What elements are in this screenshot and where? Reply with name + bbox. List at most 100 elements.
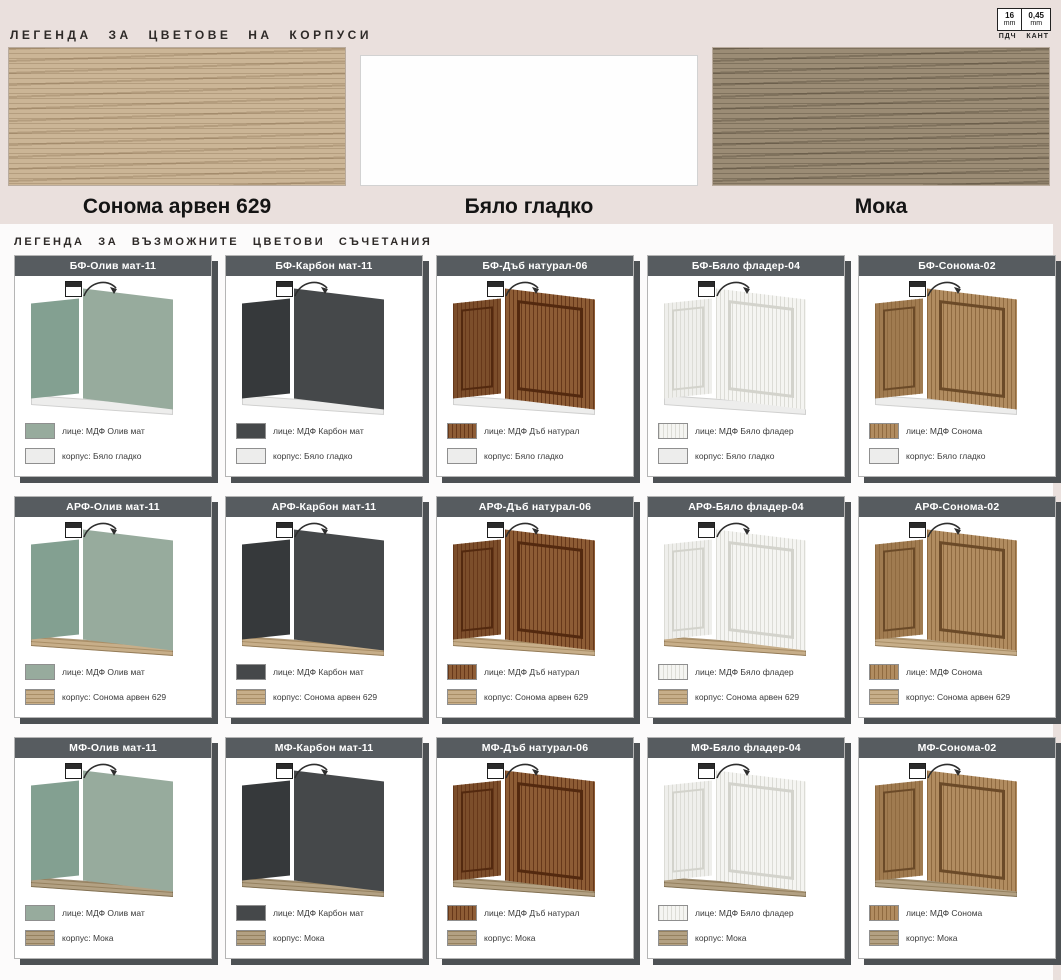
- door-panel-back: [242, 539, 290, 639]
- edge-spec-labels: ПДЧ КАНТ: [997, 33, 1051, 40]
- kant-thickness-value: 0,45: [1028, 11, 1044, 20]
- face-swatch: [236, 664, 266, 680]
- combo-card: БФ-Сонома-02 лице: МДФ Сонома корпус: Бя…: [858, 255, 1056, 477]
- body-row: корпус: Бяло гладко: [447, 448, 633, 464]
- combo-card: АРФ-Карбон мат-11 лице: МДФ Карбон мат к…: [225, 496, 423, 718]
- combo-card-title: АРФ-Дъб натурал-06: [479, 501, 591, 513]
- door-panel-front: [505, 288, 595, 409]
- combo-row: МФ-Олив мат-11 лице: МДФ Олив мат корпус…: [14, 737, 1056, 959]
- door-panel-back: [664, 539, 712, 639]
- swing-arrow-icon: [925, 276, 965, 300]
- face-label: лице: МДФ Дъб натурал: [484, 426, 580, 436]
- door-panel-back: [31, 539, 79, 639]
- door-illustration: [15, 758, 211, 900]
- combo-card-title: БФ-Сонома-02: [918, 260, 996, 272]
- body-swatch: [447, 930, 477, 946]
- swing-arrow-icon: [292, 276, 332, 300]
- door-panel-front: [927, 288, 1017, 409]
- face-label: лице: МДФ Олив мат: [62, 667, 145, 677]
- door-panel-back: [453, 298, 501, 398]
- door-panel-front: [927, 529, 1017, 650]
- door-illustration: [648, 517, 844, 659]
- face-row: лице: МДФ Дъб натурал: [447, 664, 633, 680]
- door-panel-back: [242, 298, 290, 398]
- mini-cabinet-icon: [276, 522, 293, 538]
- body-label: корпус: Сонома арвен 629: [484, 692, 588, 702]
- body-row: корпус: Сонома арвен 629: [236, 689, 422, 705]
- face-swatch: [25, 423, 55, 439]
- swatch-sonoma-arven-629: Сонома арвен 629: [8, 47, 346, 219]
- door-panel-back: [664, 298, 712, 398]
- mini-cabinet-icon: [487, 763, 504, 779]
- door-panel-front: [294, 770, 384, 891]
- body-swatch: [447, 448, 477, 464]
- body-row: корпус: Мока: [447, 930, 633, 946]
- face-row: лице: МДФ Карбон мат: [236, 664, 422, 680]
- combo-row: БФ-Олив мат-11 лице: МДФ Олив мат корпус…: [14, 255, 1056, 477]
- door-panel-front: [505, 770, 595, 891]
- face-label: лице: МДФ Олив мат: [62, 426, 145, 436]
- door-panel-front: [83, 288, 173, 409]
- body-row: корпус: Бяло гладко: [869, 448, 1055, 464]
- combo-card: БФ-Карбон мат-11 лице: МДФ Карбон мат ко…: [225, 255, 423, 477]
- combo-card-title: МФ-Олив мат-11: [69, 742, 157, 754]
- combo-card: АРФ-Дъб натурал-06 лице: МДФ Дъб натурал…: [436, 496, 634, 718]
- face-swatch: [869, 905, 899, 921]
- door-panel-back: [31, 780, 79, 880]
- face-row: лице: МДФ Олив мат: [25, 905, 211, 921]
- body-row: корпус: Сонома арвен 629: [447, 689, 633, 705]
- body-label: корпус: Мока: [695, 933, 747, 943]
- face-label: лице: МДФ Сонома: [906, 908, 982, 918]
- face-label: лице: МДФ Бяло фладер: [695, 426, 794, 436]
- face-row: лице: МДФ Бяло фладер: [658, 905, 844, 921]
- body-label: корпус: Бяло гладко: [484, 451, 563, 461]
- face-row: лице: МДФ Сонома: [869, 423, 1055, 439]
- face-label: лице: МДФ Карбон мат: [273, 908, 364, 918]
- body-swatch: [25, 689, 55, 705]
- swing-arrow-icon: [292, 517, 332, 541]
- body-label: корпус: Мока: [484, 933, 536, 943]
- body-label: корпус: Мока: [62, 933, 114, 943]
- mini-cabinet-icon: [276, 281, 293, 297]
- door-illustration: [437, 276, 633, 418]
- combo-card: БФ-Бяло фладер-04 лице: МДФ Бяло фладер …: [647, 255, 845, 477]
- door-panel-back: [875, 539, 923, 639]
- edge-spec-box: 16 mm 0,45 mm ПДЧ КАНТ: [997, 8, 1051, 40]
- door-panel-back: [242, 780, 290, 880]
- mini-cabinet-icon: [909, 763, 926, 779]
- combo-card-title: МФ-Сонома-02: [918, 742, 997, 754]
- door-illustration: [226, 276, 422, 418]
- swatch-mocha-label: Мока: [712, 195, 1050, 219]
- body-row: корпус: Бяло гладко: [658, 448, 844, 464]
- door-illustration: [859, 517, 1055, 659]
- face-swatch: [869, 664, 899, 680]
- combo-card-title: АРФ-Карбон мат-11: [272, 501, 376, 513]
- kant-thickness-unit: mm: [1028, 20, 1044, 28]
- body-swatch: [236, 689, 266, 705]
- door-panel-front: [83, 529, 173, 650]
- catalog-page: ЛЕГЕНДА ЗА ЦВЕТОВЕ НА КОРПУСИ 16 mm 0,45…: [0, 0, 1061, 980]
- swing-arrow-icon: [503, 517, 543, 541]
- combo-card-title: МФ-Бяло фладер-04: [691, 742, 801, 754]
- combo-card-title: МФ-Дъб натурал-06: [482, 742, 589, 754]
- body-row: корпус: Мока: [236, 930, 422, 946]
- combo-card-title: АРФ-Сонома-02: [915, 501, 1000, 513]
- face-swatch: [236, 423, 266, 439]
- door-panel-front: [927, 770, 1017, 891]
- mini-cabinet-icon: [698, 763, 715, 779]
- door-panel-back: [453, 780, 501, 880]
- body-label: корпус: Мока: [906, 933, 958, 943]
- mini-cabinet-icon: [909, 281, 926, 297]
- swatch-mocha: Мока: [712, 47, 1050, 219]
- body-swatch: [658, 689, 688, 705]
- door-panel-front: [294, 288, 384, 409]
- face-label: лице: МДФ Сонома: [906, 426, 982, 436]
- combo-card-title: АРФ-Олив мат-11: [66, 501, 160, 513]
- door-illustration: [859, 276, 1055, 418]
- body-label: корпус: Сонома арвен 629: [695, 692, 799, 702]
- swing-arrow-icon: [292, 758, 332, 782]
- face-row: лице: МДФ Сонома: [869, 664, 1055, 680]
- door-panel-front: [716, 288, 806, 409]
- body-row: корпус: Бяло гладко: [236, 448, 422, 464]
- kant-thickness-cell: 0,45 mm: [1021, 9, 1050, 30]
